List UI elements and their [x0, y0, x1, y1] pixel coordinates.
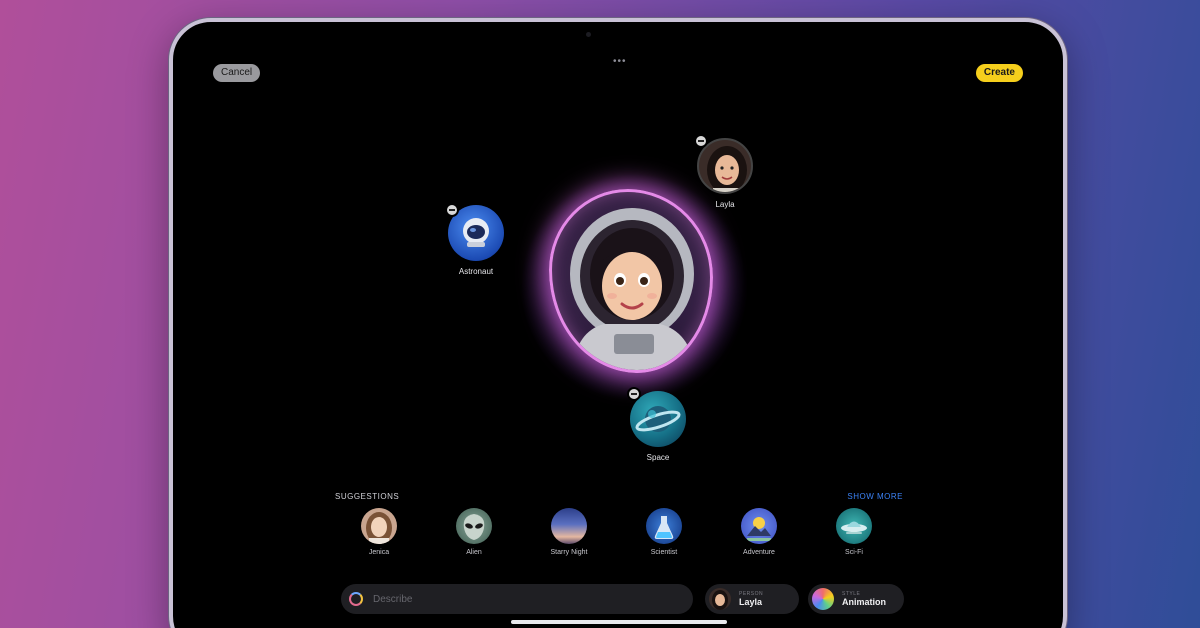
more-dots-icon[interactable]: •••: [613, 56, 627, 67]
concept-space[interactable]: Space: [627, 387, 689, 462]
suggestion-label: Scientist: [650, 549, 678, 556]
home-indicator[interactable]: [511, 620, 727, 624]
concept-label: Layla: [715, 200, 735, 209]
alien-icon: [456, 508, 492, 544]
ipad-frame: ••• Cancel Create Layla Astronaut Space …: [169, 18, 1067, 628]
person-thumbnail: [709, 588, 731, 610]
style-thumbnail-icon: [812, 588, 834, 610]
remove-icon[interactable]: [694, 134, 708, 148]
jenica-avatar: [361, 508, 397, 544]
concept-label: Space: [646, 453, 670, 462]
suggestion-adventure[interactable]: Adventure: [724, 508, 794, 556]
style-value: Animation: [842, 597, 886, 607]
person-value: Layla: [739, 597, 763, 607]
suggestion-jenica[interactable]: Jenica: [344, 508, 414, 556]
describe-field[interactable]: Describe: [341, 584, 693, 614]
adventure-icon: [741, 508, 777, 544]
suggestion-starry-night[interactable]: Starry Night: [534, 508, 604, 556]
suggestion-scientist[interactable]: Scientist: [629, 508, 699, 556]
suggestion-alien[interactable]: Alien: [439, 508, 509, 556]
suggestion-sci-fi[interactable]: Sci-Fi: [819, 508, 889, 556]
cancel-button[interactable]: Cancel: [213, 64, 261, 82]
concept-person-layla[interactable]: Layla: [694, 134, 756, 209]
suggestion-label: Alien: [466, 549, 482, 556]
suggestion-label: Jenica: [368, 549, 390, 556]
starry-night-icon: [551, 508, 587, 544]
flask-icon: [646, 508, 682, 544]
remove-icon[interactable]: [627, 387, 641, 401]
person-selector[interactable]: PERSON Layla: [705, 584, 799, 614]
show-more-link[interactable]: SHOW MORE: [847, 492, 903, 501]
suggestion-label: Adventure: [743, 549, 775, 556]
style-selector[interactable]: STYLE Animation: [808, 584, 904, 614]
apple-intelligence-icon: [349, 592, 363, 606]
create-button[interactable]: Create: [975, 64, 1023, 82]
concept-label: Astronaut: [458, 267, 494, 276]
suggestion-label: Starry Night: [550, 549, 588, 556]
concept-astronaut[interactable]: Astronaut: [443, 203, 509, 276]
describe-placeholder: Describe: [373, 593, 413, 605]
suggestion-label: Sci-Fi: [845, 549, 863, 556]
remove-icon[interactable]: [445, 203, 459, 217]
front-camera: [586, 32, 591, 37]
ufo-icon: [836, 508, 872, 544]
suggestions-title: SUGGESTIONS: [335, 492, 400, 501]
